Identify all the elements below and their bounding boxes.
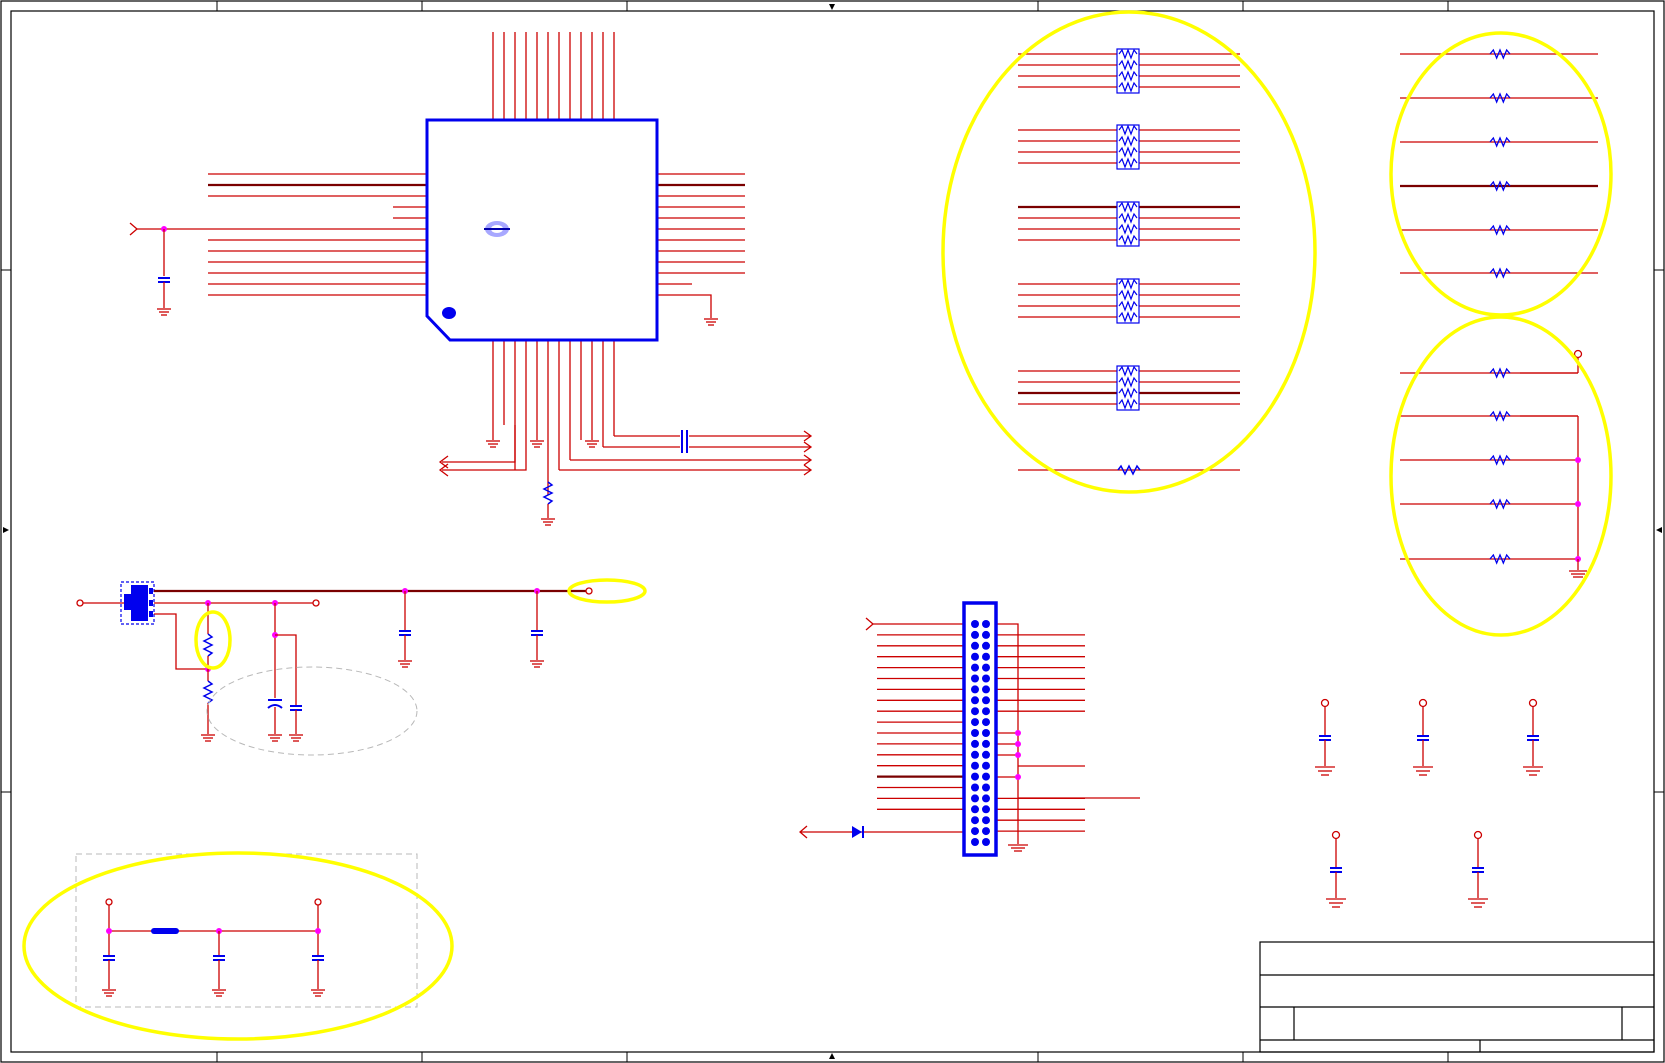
testpoint-capacitor — [1315, 698, 1335, 776]
ground-icon — [102, 989, 116, 997]
ground-icon — [541, 518, 555, 526]
testpoint-capacitor — [1523, 698, 1543, 776]
decoupling-capacitor — [158, 277, 170, 283]
resistor — [1400, 92, 1598, 104]
ground-icon — [1008, 844, 1028, 852]
ic-pin1-marker — [442, 307, 456, 319]
highlight-filter-section[interactable] — [22, 851, 454, 1041]
ground-icon — [398, 660, 412, 668]
ic-bottom-pins — [492, 340, 615, 495]
resistor — [1400, 553, 1578, 565]
highlight-feedback-resistor[interactable] — [194, 610, 232, 670]
frame-center-arrows — [3, 4, 1662, 1059]
resistor — [1400, 267, 1598, 279]
ground-icon — [1468, 898, 1488, 908]
resistor-network — [1018, 365, 1240, 411]
testpoint-capacitors — [1315, 698, 1543, 908]
highlight-annotations — [22, 10, 1613, 1041]
resistor — [1400, 498, 1578, 510]
pullup-rail — [1520, 349, 1587, 578]
ground-icon — [585, 440, 599, 448]
ground-icon — [704, 318, 718, 326]
resistor-network — [1018, 124, 1240, 170]
ground-icon — [1523, 766, 1543, 776]
ic-top-pins — [492, 32, 615, 120]
ground-icon — [530, 660, 544, 668]
diode — [799, 825, 964, 839]
resistor — [1400, 454, 1578, 466]
testpoint-capacitor — [1326, 830, 1346, 908]
ground-icon — [289, 734, 303, 742]
testpoint-capacitor — [1413, 698, 1433, 776]
ferrite-filter — [102, 898, 325, 997]
crystal-capacitor — [681, 430, 688, 442]
voltage-regulator[interactable] — [76, 581, 155, 625]
optional-parts-outline — [206, 666, 418, 756]
ground-icon — [530, 440, 544, 448]
ground-icon — [212, 989, 226, 997]
drawing-frame — [0, 0, 1665, 1063]
resistor — [1400, 48, 1598, 60]
ground-icon — [268, 734, 282, 742]
resistor-array-group — [1018, 48, 1240, 411]
ground-icon — [1326, 898, 1346, 908]
ground-icon — [1315, 766, 1335, 776]
resistor-network — [1018, 48, 1240, 94]
ground-icon — [201, 734, 215, 742]
crystal-capacitor — [681, 441, 688, 453]
qfp-ic[interactable] — [164, 32, 745, 495]
schematic-sheet — [0, 0, 1665, 1063]
resistor — [1400, 224, 1598, 236]
testpoint-capacitor — [1468, 830, 1488, 908]
ground-icon — [1569, 570, 1587, 578]
ground-icon — [486, 440, 500, 448]
ic-left-pins — [164, 173, 427, 296]
resistor — [1400, 180, 1598, 192]
title-block — [1259, 941, 1655, 1053]
ground-icon — [311, 989, 325, 997]
decoupling-capacitor — [290, 705, 302, 711]
ic-body — [425, 118, 659, 342]
ground-icon — [1413, 766, 1433, 776]
electrolytic-capacitor — [267, 699, 283, 709]
frame-zone-ticks — [1, 1, 1664, 1062]
resistor — [1400, 136, 1598, 148]
ferrite-bead — [151, 928, 179, 934]
ground-icon — [157, 308, 171, 316]
ic-left-input-net — [129, 222, 171, 316]
pin-header-connector[interactable] — [799, 601, 1140, 857]
discrete-resistor-column — [1400, 48, 1598, 565]
ic-bottom-nets — [438, 425, 813, 526]
resistor-network — [1018, 278, 1240, 324]
ic-right-pins — [657, 173, 745, 318]
resistor-network — [1018, 201, 1240, 247]
